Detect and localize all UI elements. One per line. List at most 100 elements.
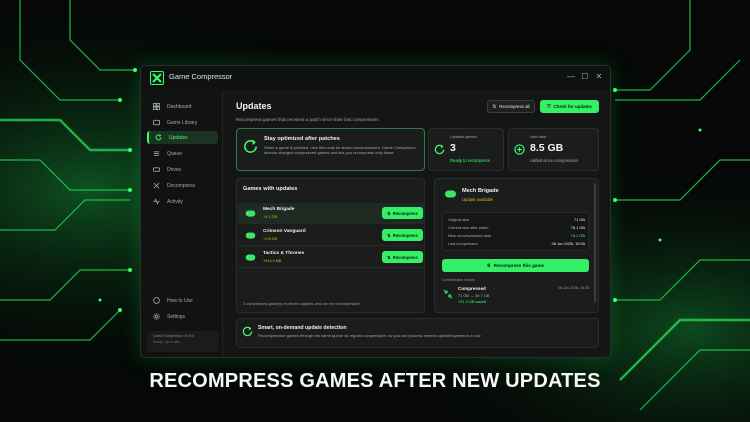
shield-icon: ⛉ xyxy=(547,104,551,109)
history-entry: Compressed 71 GB → 49.7 GB +21.3 GB save… xyxy=(442,285,589,307)
queue-icon xyxy=(153,150,160,157)
detection-title: Smart, on-demand update detection xyxy=(258,325,347,331)
detail-row: Last compressed 08 Jun 2026, 18:35 xyxy=(448,241,585,249)
sidebar-item-settings[interactable]: Settings xyxy=(147,310,218,323)
recompress-label: Recompress xyxy=(392,210,418,216)
scrollbar[interactable] xyxy=(594,183,596,303)
detection-description: Recompressive games through the same que… xyxy=(258,333,482,338)
check-for-updates-label: Check for updates xyxy=(553,104,592,109)
version-label: Game Compressor v0.9.5 xyxy=(153,334,195,338)
sort-icon: ⇅ xyxy=(387,210,391,216)
info-title: Stay optimized after patches xyxy=(264,136,340,142)
game-name: Tactics & Thrones xyxy=(263,251,305,256)
sidebar-item-dashboard[interactable]: Dashboard xyxy=(147,100,218,113)
main-content: Updates Recompress games that received a… xyxy=(229,90,609,357)
sort-icon: ⇅ xyxy=(492,103,497,109)
sidebar-item-label: Game Library xyxy=(167,119,198,126)
games-list-footer: 3 compressed game(s) received updates an… xyxy=(243,301,361,306)
history-label: Compression history xyxy=(442,278,475,282)
sort-icon: ⇅ xyxy=(387,232,391,238)
stat-note: Ready to recompress xyxy=(450,158,490,163)
plus-circle-icon xyxy=(514,144,525,155)
dashboard-icon xyxy=(153,103,160,110)
history-date: 08 Jun 2026, 18:35 xyxy=(558,286,589,290)
sidebar-item-label: Decompress xyxy=(167,182,196,189)
app-window: Game Compressor — ☐ ✕ Dashboard Game Lib… xyxy=(140,65,611,358)
updated-games-stat: Updated games 3 Ready to recompress xyxy=(428,128,504,171)
history-title: Compressed xyxy=(458,286,486,291)
activity-icon xyxy=(153,198,160,205)
list-item[interactable]: Crimson Vanguard +2.8 GB ⇅ Recompress xyxy=(238,225,424,246)
sidebar-item-label: Activity xyxy=(167,198,183,205)
app-title: Game Compressor xyxy=(169,72,233,81)
stat-label: Updated games xyxy=(450,135,477,139)
detail-game-name: Mech Brigade xyxy=(462,188,499,194)
stat-value: 3 xyxy=(450,142,456,154)
game-name: Crimson Vanguard xyxy=(263,229,306,234)
stat-label: New data xyxy=(530,135,547,139)
detection-card: Smart, on-demand update detection Recomp… xyxy=(236,318,599,348)
close-button[interactable]: ✕ xyxy=(593,70,605,84)
stat-note: Added since compression xyxy=(530,158,578,163)
check-for-updates-button[interactable]: ⛉ Check for updates xyxy=(540,100,599,113)
detail-row-label: Original size xyxy=(448,217,470,222)
recompress-all-button[interactable]: ⇅ Recompress all xyxy=(487,100,535,113)
sidebar-item-updates[interactable]: Updates xyxy=(147,131,218,144)
recompress-label: Recompress xyxy=(392,232,418,238)
sidebar-item-decompress[interactable]: Decompress xyxy=(147,179,218,192)
gamepad-icon xyxy=(245,210,256,217)
game-detail-card: Mech Brigade Update available Original s… xyxy=(434,178,599,313)
game-size-delta: +5.1 GB xyxy=(263,215,278,219)
game-name: Mech Brigade xyxy=(263,207,295,212)
game-size-delta: +614.4 MB xyxy=(263,259,282,263)
detail-row: Current size after patch 76.1 GB xyxy=(448,225,585,233)
info-card: Stay optimized after patches When a game… xyxy=(236,128,425,171)
detail-row-label: New uncompressed data xyxy=(448,233,492,238)
sidebar-item-label: Updates xyxy=(169,134,188,141)
detail-status: Update available xyxy=(462,197,494,202)
new-data-stat: New data 8.5 GB Added since compression xyxy=(508,128,599,171)
detail-row-label: Last compressed xyxy=(448,241,478,246)
detail-row-value: +5.1 GB xyxy=(570,233,585,238)
sort-icon: ⇅ xyxy=(486,262,491,268)
sidebar-item-drives[interactable]: Drives xyxy=(147,163,218,176)
sidebar-item-how-to-use[interactable]: How to Use xyxy=(147,294,218,307)
stat-value: 8.5 GB xyxy=(530,142,564,154)
recompress-this-game-button[interactable]: ⇅ Recompress this game xyxy=(442,259,589,272)
sidebar-item-label: How to Use xyxy=(167,297,193,304)
decompress-icon xyxy=(153,182,160,189)
sidebar-item-game-library[interactable]: Game Library xyxy=(147,116,218,129)
games-list-card: Games with updates Mech Brigade +5.1 GB … xyxy=(236,178,425,313)
gamepad-icon xyxy=(245,232,256,239)
sidebar-item-queue[interactable]: Queue xyxy=(147,147,218,160)
sort-icon: ⇅ xyxy=(387,254,391,260)
compress-icon xyxy=(443,289,453,299)
sidebar-item-label: Settings xyxy=(167,313,186,320)
detail-row-value: 08 Jun 2026, 18:35 xyxy=(551,241,585,246)
game-size-delta: +2.8 GB xyxy=(263,237,278,241)
list-item[interactable]: Mech Brigade +5.1 GB ⇅ Recompress xyxy=(238,203,424,224)
detail-table: Original size 71 GB Current size after pa… xyxy=(442,212,589,251)
recompress-all-label: Recompress all xyxy=(499,104,530,109)
recompress-button[interactable]: ⇅ Recompress xyxy=(382,207,423,219)
detail-row-value: 71 GB xyxy=(573,217,585,222)
gamepad-icon xyxy=(245,254,256,261)
gear-icon xyxy=(153,313,160,320)
recompress-button[interactable]: ⇅ Recompress xyxy=(382,229,423,241)
detail-row-value: 76.1 GB xyxy=(570,225,585,230)
sidebar-item-label: Queue xyxy=(167,150,183,157)
list-item[interactable]: Tactics & Thrones +614.4 MB ⇅ Recompress xyxy=(238,247,424,268)
detail-row-label: Current size after patch xyxy=(448,225,489,230)
maximize-button[interactable]: ☐ xyxy=(579,70,591,84)
help-icon xyxy=(153,297,160,304)
sidebar-item-label: Drives xyxy=(167,166,182,173)
drive-icon xyxy=(153,166,160,173)
recompress-button[interactable]: ⇅ Recompress xyxy=(382,251,423,263)
info-description: When a game is patched, new files may be… xyxy=(264,145,416,155)
minimize-button[interactable]: — xyxy=(565,70,577,84)
sidebar-item-activity[interactable]: Activity xyxy=(147,195,218,208)
recompress-label: Recompress xyxy=(392,254,418,260)
recompress-this-game-label: Recompress this game xyxy=(493,263,545,268)
title-bar: Game Compressor — ☐ ✕ xyxy=(141,66,610,90)
promo-banner-text: RECOMPRESS GAMES AFTER NEW UPDATES xyxy=(149,370,601,392)
